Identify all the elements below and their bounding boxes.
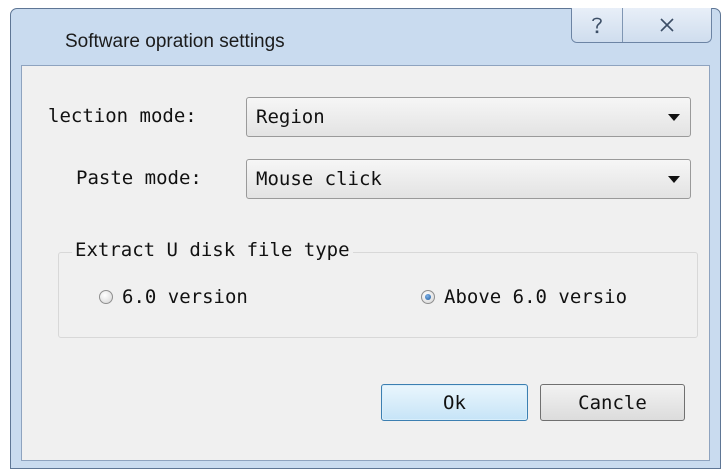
dialog-title: Software opration settings bbox=[65, 31, 285, 52]
group-title: Extract U disk file type bbox=[72, 239, 353, 261]
selection-mode-value: Region bbox=[256, 106, 325, 128]
chevron-down-icon bbox=[668, 176, 680, 183]
radio-checked-icon bbox=[421, 290, 435, 304]
selection-mode-combobox[interactable]: Region bbox=[246, 97, 691, 137]
ok-button[interactable]: Ok bbox=[381, 384, 528, 421]
selection-mode-label: lection mode: bbox=[48, 105, 197, 127]
caption-buttons bbox=[571, 8, 712, 43]
dialog-client-area: lection mode: Region Paste mode: Mouse c… bbox=[21, 65, 710, 461]
paste-mode-combobox[interactable]: Mouse click bbox=[246, 159, 691, 199]
radio-label: Above 6.0 versio bbox=[444, 286, 628, 308]
cancel-button[interactable]: Cancle bbox=[540, 384, 685, 421]
chevron-down-icon bbox=[668, 114, 680, 121]
radio-6-0-version[interactable]: 6.0 version bbox=[99, 286, 248, 308]
settings-dialog: Software opration settings lection mode:… bbox=[10, 8, 721, 469]
radio-unchecked-icon bbox=[99, 290, 113, 304]
help-button[interactable] bbox=[572, 8, 624, 42]
close-button[interactable] bbox=[623, 8, 711, 42]
title-bar[interactable]: Software opration settings bbox=[11, 8, 720, 69]
help-question-icon bbox=[590, 15, 604, 35]
close-x-icon bbox=[659, 18, 675, 32]
paste-mode-value: Mouse click bbox=[256, 168, 382, 190]
radio-label: 6.0 version bbox=[122, 286, 248, 308]
file-type-group: Extract U disk file type 6.0 version Abo… bbox=[58, 239, 698, 338]
radio-above-6-0-version[interactable]: Above 6.0 versio bbox=[421, 286, 627, 308]
paste-mode-label: Paste mode: bbox=[76, 167, 202, 189]
